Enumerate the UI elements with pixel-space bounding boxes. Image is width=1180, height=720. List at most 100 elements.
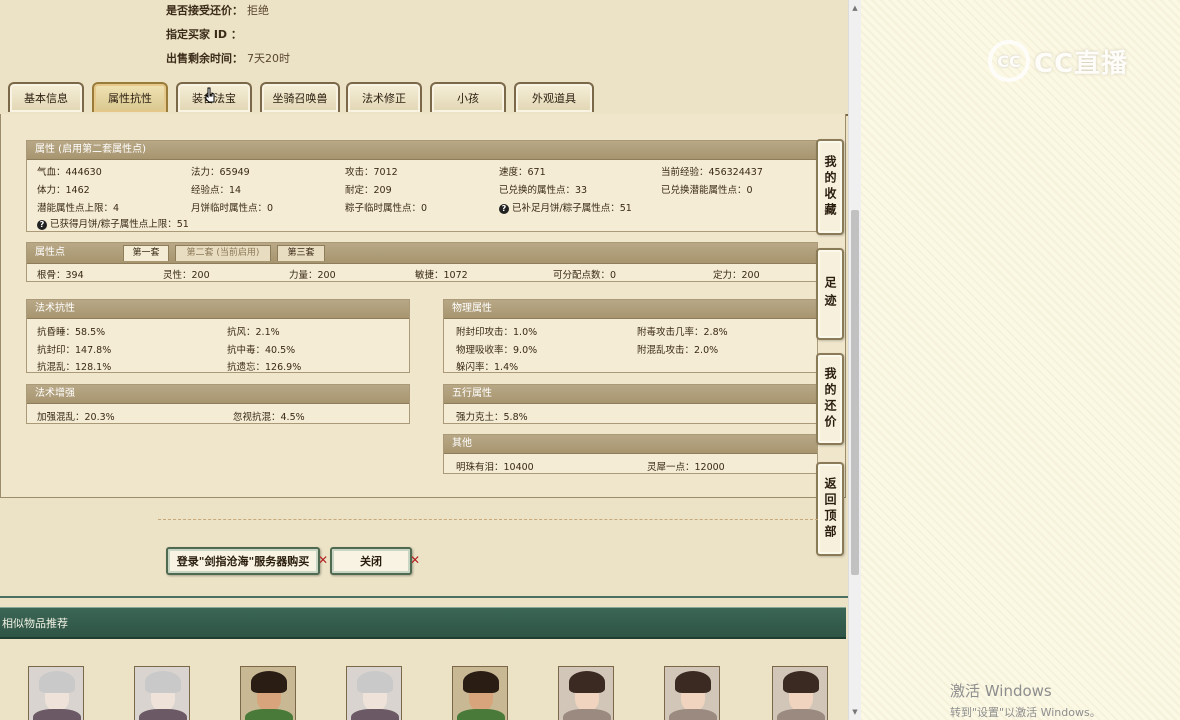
close-x-icon: ✕ xyxy=(410,553,421,567)
avatar-body xyxy=(351,709,399,720)
tab-children[interactable]: 小孩 xyxy=(430,82,506,112)
subtab-set-1[interactable]: 第一套 xyxy=(123,245,169,261)
avatar-body xyxy=(563,709,611,720)
help-icon[interactable]: ? xyxy=(499,204,509,214)
phys-seal-attack: 附封印攻击：1.0% xyxy=(456,327,538,338)
resist-chaos: 抗混乱：128.1% xyxy=(37,362,112,373)
similar-item-avatar[interactable] xyxy=(664,666,720,720)
similar-item-avatar[interactable] xyxy=(28,666,84,720)
magic-resist-box: 法术抗性 抗昏睡：58.5% 抗风：2.1% 抗封印：147.8% 抗中毒：40… xyxy=(26,299,410,373)
detail-tabs: 基本信息 属性抗性 装备法宝 坐骑召唤兽 法术修正 小孩 外观道具 xyxy=(0,80,848,116)
resist-forget: 抗遗忘：126.9% xyxy=(227,362,302,373)
attributes-title: 属性 (启用第二套属性点) xyxy=(27,141,817,160)
watermark-text: CC直播 xyxy=(1034,48,1129,79)
similar-item-avatar[interactable] xyxy=(772,666,828,720)
stat-festival-cap-text: 已获得月饼/粽子属性点上限：51 xyxy=(50,219,189,230)
empty-right-area xyxy=(861,0,1180,720)
stat-filled-festival: ? 已补足月饼/粽子属性点：51 xyxy=(499,200,632,214)
side-tab-history-label: 足迹 xyxy=(823,276,837,312)
subtab-set-3[interactable]: 第三套 xyxy=(277,245,325,261)
tab-spell-correction[interactable]: 法术修正 xyxy=(346,82,422,112)
stat-filled-festival-text: 已补足月饼/粽子属性点：51 xyxy=(512,203,632,214)
other-title: 其他 xyxy=(444,435,817,454)
five-elements-box: 五行属性 强力克土：5.8% xyxy=(443,384,818,424)
other-box: 其他 明珠有泪：10400 灵犀一点：12000 xyxy=(443,434,818,474)
dotted-divider xyxy=(158,519,818,520)
physical-box: 物理属性 附封印攻击：1.0% 附毒攻击几率：2.8% 物理吸收率：9.0% 附… xyxy=(443,299,818,373)
stat-current-exp: 当前经验：456324437 xyxy=(661,167,763,178)
magic-boost-box: 法术增强 加强混乱：20.3% 忽视抗混：4.5% xyxy=(26,384,410,424)
stat-attack: 攻击：7012 xyxy=(345,167,398,178)
accept-counter-label: 是否接受还价： xyxy=(166,4,243,17)
point-constitution: 根骨：394 xyxy=(37,270,84,281)
stat-potential-cap: 潜能属性点上限：4 xyxy=(37,203,120,214)
stat-zongzi-temp: 粽子临时属性点：0 xyxy=(345,203,428,214)
stat-exchanged-potential: 已兑换潜能属性点：0 xyxy=(661,185,753,196)
avatar-hair xyxy=(251,671,287,693)
avatar-hair xyxy=(145,671,181,693)
scroll-up-icon[interactable]: ▲ xyxy=(849,2,861,14)
page-scrollbar[interactable]: ▲ ▼ xyxy=(848,0,861,720)
similar-item-avatar[interactable] xyxy=(452,666,508,720)
similar-item-avatar[interactable] xyxy=(240,666,296,720)
point-unallocated: 可分配点数：0 xyxy=(553,270,617,281)
avatar-body xyxy=(245,709,293,720)
side-tab-back-to-top[interactable]: 返回顶部 xyxy=(816,462,844,556)
side-tab-my-offers[interactable]: 我的还价 xyxy=(816,353,844,445)
side-tab-favorites-label: 我的收藏 xyxy=(823,155,837,219)
phys-absorb: 物理吸收率：9.0% xyxy=(456,345,538,356)
stat-speed: 速度：671 xyxy=(499,167,546,178)
login-buy-close-icon: ✕ xyxy=(318,553,329,567)
avatar-hair xyxy=(463,671,499,693)
boost-chaos: 加强混乱：20.3% xyxy=(37,412,115,423)
buyer-id-label: 指定买家 ID ： xyxy=(166,28,242,41)
stat-mp: 法力：65949 xyxy=(191,167,250,178)
point-agility: 敏捷：1072 xyxy=(415,270,468,281)
tab-basic-info[interactable]: 基本信息 xyxy=(8,82,84,112)
resist-seal: 抗封印：147.8% xyxy=(37,345,112,356)
avatar-body xyxy=(33,709,81,720)
accept-counter-value: 拒绝 xyxy=(247,4,269,17)
avatar-hair xyxy=(675,671,711,693)
stat-stamina: 体力：1462 xyxy=(37,185,90,196)
points-box: 属性点 第一套 第二套 (当前启用) 第三套 根骨：394 灵性：200 力量：… xyxy=(26,242,818,282)
windows-activation-notice: 激活 Windows 转到"设置"以激活 Windows。 xyxy=(950,680,1101,720)
help-icon[interactable]: ? xyxy=(37,220,47,230)
side-tab-history[interactable]: 足迹 xyxy=(816,248,844,340)
stat-exchanged-points: 已兑换的属性点：33 xyxy=(499,185,588,196)
close-button[interactable]: 关闭 xyxy=(330,547,412,575)
avatar-hair xyxy=(357,671,393,693)
similar-items-title: 相似物品推荐 xyxy=(2,617,68,630)
tab-attributes-resist[interactable]: 属性抗性 xyxy=(92,82,168,112)
resist-poison: 抗中毒：40.5% xyxy=(227,345,296,356)
scroll-down-icon[interactable]: ▼ xyxy=(849,706,861,718)
login-buy-button[interactable]: 登录"剑指沧海"服务器购买 xyxy=(166,547,320,575)
stat-hp: 气血：444630 xyxy=(37,167,102,178)
stat-focus: 耐定：209 xyxy=(345,185,392,196)
subtab-set-2[interactable]: 第二套 (当前启用) xyxy=(175,245,271,261)
five-elements-title: 五行属性 xyxy=(444,385,817,404)
similar-item-avatar[interactable] xyxy=(346,666,402,720)
accept-counter-row: 是否接受还价： 拒绝 xyxy=(166,2,269,18)
point-strength: 力量：200 xyxy=(289,270,336,281)
tab-appearance-items[interactable]: 外观道具 xyxy=(514,82,594,112)
tab-mounts-summons[interactable]: 坐骑召唤兽 xyxy=(260,82,340,112)
trade-detail-page: 是否接受还价： 拒绝 指定买家 ID ： 出售剩余时间： 7天20时 基本信息 属性… xyxy=(0,0,848,720)
side-tab-favorites[interactable]: 我的收藏 xyxy=(816,139,844,235)
similar-items-header: 相似物品推荐 xyxy=(0,607,846,639)
avatar-body xyxy=(777,709,825,720)
similar-item-avatar[interactable] xyxy=(134,666,190,720)
side-tab-my-offers-label: 我的还价 xyxy=(823,367,837,431)
remaining-time-value: 7天20时 xyxy=(247,52,290,65)
avatar-body xyxy=(139,709,187,720)
activate-title: 激活 Windows xyxy=(950,682,1052,700)
similar-item-avatar[interactable] xyxy=(558,666,614,720)
mouse-cursor-icon xyxy=(205,87,215,103)
remaining-time-row: 出售剩余时间： 7天20时 xyxy=(166,50,290,66)
other-pearl: 明珠有泪：10400 xyxy=(456,462,534,473)
scroll-thumb[interactable] xyxy=(851,210,859,575)
avatar-hair xyxy=(569,671,605,693)
physical-title: 物理属性 xyxy=(444,300,817,319)
avatar-body xyxy=(457,709,505,720)
attributes-box: 属性 (启用第二套属性点) 气血：444630 法力：65949 攻击：7012… xyxy=(26,140,818,232)
